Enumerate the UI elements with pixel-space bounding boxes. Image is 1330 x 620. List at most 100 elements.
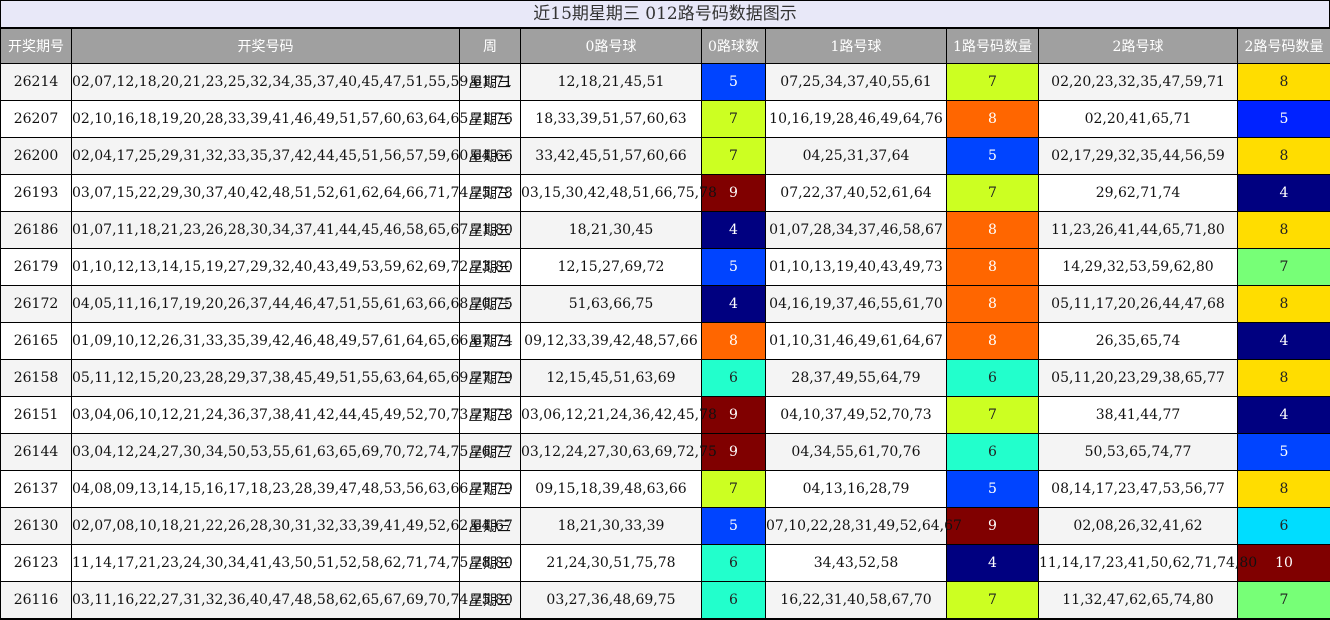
route0-balls-cell: 33,42,45,51,57,60,66 xyxy=(521,138,702,175)
numbers-cell: 02,10,16,18,19,20,28,33,39,41,46,49,51,5… xyxy=(72,101,460,138)
table-row: 2617204,05,11,16,17,19,20,26,37,44,46,47… xyxy=(1,286,1330,323)
issue-cell: 26186 xyxy=(1,212,72,249)
route0-balls-cell: 18,21,30,33,39 xyxy=(521,508,702,545)
route2-balls-cell: 02,20,41,65,71 xyxy=(1039,101,1238,138)
issue-cell: 26130 xyxy=(1,508,72,545)
route1-count-cell: 8 xyxy=(947,212,1039,249)
route2-balls-cell: 02,08,26,32,41,62 xyxy=(1039,508,1238,545)
table-row: 2620702,10,16,18,19,20,28,33,39,41,46,49… xyxy=(1,101,1330,138)
route0-balls-cell: 09,15,18,39,48,63,66 xyxy=(521,471,702,508)
route0-count-cell: 6 xyxy=(702,545,766,582)
header-row: 开奖期号 开奖号码 周 0路号球 0路球数 1路号球 1路号码数量 2路号球 2… xyxy=(1,29,1330,64)
issue-cell: 26144 xyxy=(1,434,72,471)
table-row: 2616501,09,10,12,26,31,33,35,39,42,46,48… xyxy=(1,323,1330,360)
header-route1-balls: 1路号球 xyxy=(766,29,947,64)
issue-cell: 26179 xyxy=(1,249,72,286)
header-issue: 开奖期号 xyxy=(1,29,72,64)
route1-count-cell: 7 xyxy=(947,64,1039,101)
route1-count-cell: 6 xyxy=(947,360,1039,397)
route0-count-cell: 4 xyxy=(702,286,766,323)
route2-balls-cell: 14,29,32,53,59,62,80 xyxy=(1039,249,1238,286)
route1-balls-cell: 07,10,22,28,31,49,52,64,67 xyxy=(766,508,947,545)
header-route1-count: 1路号码数量 xyxy=(947,29,1039,64)
numbers-cell: 02,07,08,10,18,21,22,26,28,30,31,32,33,3… xyxy=(72,508,460,545)
issue-cell: 26151 xyxy=(1,397,72,434)
route1-count-cell: 5 xyxy=(947,471,1039,508)
numbers-cell: 01,10,12,13,14,15,19,27,29,32,40,43,49,5… xyxy=(72,249,460,286)
route0-balls-cell: 12,15,45,51,63,69 xyxy=(521,360,702,397)
issue-cell: 26207 xyxy=(1,101,72,138)
route2-balls-cell: 11,23,26,41,44,65,71,80 xyxy=(1039,212,1238,249)
route0-count-cell: 8 xyxy=(702,323,766,360)
route2-count-cell: 8 xyxy=(1238,471,1330,508)
numbers-cell: 01,09,10,12,26,31,33,35,39,42,46,48,49,5… xyxy=(72,323,460,360)
route2-balls-cell: 29,62,71,74 xyxy=(1039,175,1238,212)
route2-count-cell: 5 xyxy=(1238,434,1330,471)
route2-balls-cell: 02,20,23,32,35,47,59,71 xyxy=(1039,64,1238,101)
route0-balls-cell: 51,63,66,75 xyxy=(521,286,702,323)
route2-balls-cell: 11,32,47,62,65,74,80 xyxy=(1039,582,1238,619)
route2-balls-cell: 50,53,65,74,77 xyxy=(1039,434,1238,471)
route0-balls-cell: 18,33,39,51,57,60,63 xyxy=(521,101,702,138)
route2-balls-cell: 38,41,44,77 xyxy=(1039,397,1238,434)
route1-count-cell: 7 xyxy=(947,175,1039,212)
route0-balls-cell: 03,06,12,21,24,36,42,45,78 xyxy=(521,397,702,434)
issue-cell: 26116 xyxy=(1,582,72,619)
route2-balls-cell: 11,14,17,23,41,50,62,71,74,80 xyxy=(1039,545,1238,582)
table-row: 2620002,04,17,25,29,31,32,33,35,37,42,44… xyxy=(1,138,1330,175)
route1-balls-cell: 04,16,19,37,46,55,61,70 xyxy=(766,286,947,323)
route2-balls-cell: 05,11,20,23,29,38,65,77 xyxy=(1039,360,1238,397)
table-row: 2614403,04,12,24,27,30,34,50,53,55,61,63… xyxy=(1,434,1330,471)
numbers-cell: 02,07,12,18,20,21,23,25,32,34,35,37,40,4… xyxy=(72,64,460,101)
table-row: 2613704,08,09,13,14,15,16,17,18,23,28,39… xyxy=(1,471,1330,508)
numbers-cell: 05,11,12,15,20,23,28,29,37,38,45,49,51,5… xyxy=(72,360,460,397)
table-row: 2615805,11,12,15,20,23,28,29,37,38,45,49… xyxy=(1,360,1330,397)
table-row: 2617901,10,12,13,14,15,19,27,29,32,40,43… xyxy=(1,249,1330,286)
route0-balls-cell: 12,15,27,69,72 xyxy=(521,249,702,286)
route1-count-cell: 7 xyxy=(947,397,1039,434)
route1-balls-cell: 04,13,16,28,79 xyxy=(766,471,947,508)
route0-count-cell: 7 xyxy=(702,101,766,138)
route1-balls-cell: 07,22,37,40,52,61,64 xyxy=(766,175,947,212)
route0-count-cell: 6 xyxy=(702,360,766,397)
header-week: 周 xyxy=(460,29,521,64)
route0-count-cell: 5 xyxy=(702,64,766,101)
route1-balls-cell: 01,07,28,34,37,46,58,67 xyxy=(766,212,947,249)
route0-balls-cell: 03,27,36,48,69,75 xyxy=(521,582,702,619)
table-row: 2618601,07,11,18,21,23,26,28,30,34,37,41… xyxy=(1,212,1330,249)
route2-count-cell: 7 xyxy=(1238,582,1330,619)
route2-balls-cell: 26,35,65,74 xyxy=(1039,323,1238,360)
route1-count-cell: 6 xyxy=(947,434,1039,471)
header-route0-balls: 0路号球 xyxy=(521,29,702,64)
route1-balls-cell: 28,37,49,55,64,79 xyxy=(766,360,947,397)
issue-cell: 26123 xyxy=(1,545,72,582)
route0-balls-cell: 09,12,33,39,42,48,57,66 xyxy=(521,323,702,360)
route0-count-cell: 5 xyxy=(702,508,766,545)
numbers-cell: 03,07,15,22,29,30,37,40,42,48,51,52,61,6… xyxy=(72,175,460,212)
route2-count-cell: 4 xyxy=(1238,397,1330,434)
route1-balls-cell: 07,25,34,37,40,55,61 xyxy=(766,64,947,101)
issue-cell: 26214 xyxy=(1,64,72,101)
issue-cell: 26200 xyxy=(1,138,72,175)
issue-cell: 26193 xyxy=(1,175,72,212)
numbers-cell: 03,04,06,10,12,21,24,36,37,38,41,42,44,4… xyxy=(72,397,460,434)
route0-balls-cell: 03,12,24,27,30,63,69,72,75 xyxy=(521,434,702,471)
issue-cell: 26137 xyxy=(1,471,72,508)
issue-cell: 26158 xyxy=(1,360,72,397)
route0-count-cell: 4 xyxy=(702,212,766,249)
route1-count-cell: 7 xyxy=(947,582,1039,619)
table-row: 2621402,07,12,18,20,21,23,25,32,34,35,37… xyxy=(1,64,1330,101)
header-route0-count: 0路球数 xyxy=(702,29,766,64)
header-numbers: 开奖号码 xyxy=(72,29,460,64)
page-title: 近15期星期三 012路号码数据图示 xyxy=(1,1,1329,28)
route0-count-cell: 7 xyxy=(702,138,766,175)
route0-balls-cell: 21,24,30,51,75,78 xyxy=(521,545,702,582)
route1-balls-cell: 04,25,31,37,64 xyxy=(766,138,947,175)
route1-count-cell: 8 xyxy=(947,286,1039,323)
lottery-table-container: 近15期星期三 012路号码数据图示 开奖期号 开奖号码 周 0路号球 0路球数… xyxy=(0,0,1330,620)
route0-count-cell: 6 xyxy=(702,582,766,619)
route2-count-cell: 8 xyxy=(1238,64,1330,101)
route1-count-cell: 4 xyxy=(947,545,1039,582)
numbers-cell: 02,04,17,25,29,31,32,33,35,37,42,44,45,5… xyxy=(72,138,460,175)
numbers-cell: 03,11,16,22,27,31,32,36,40,47,48,58,62,6… xyxy=(72,582,460,619)
